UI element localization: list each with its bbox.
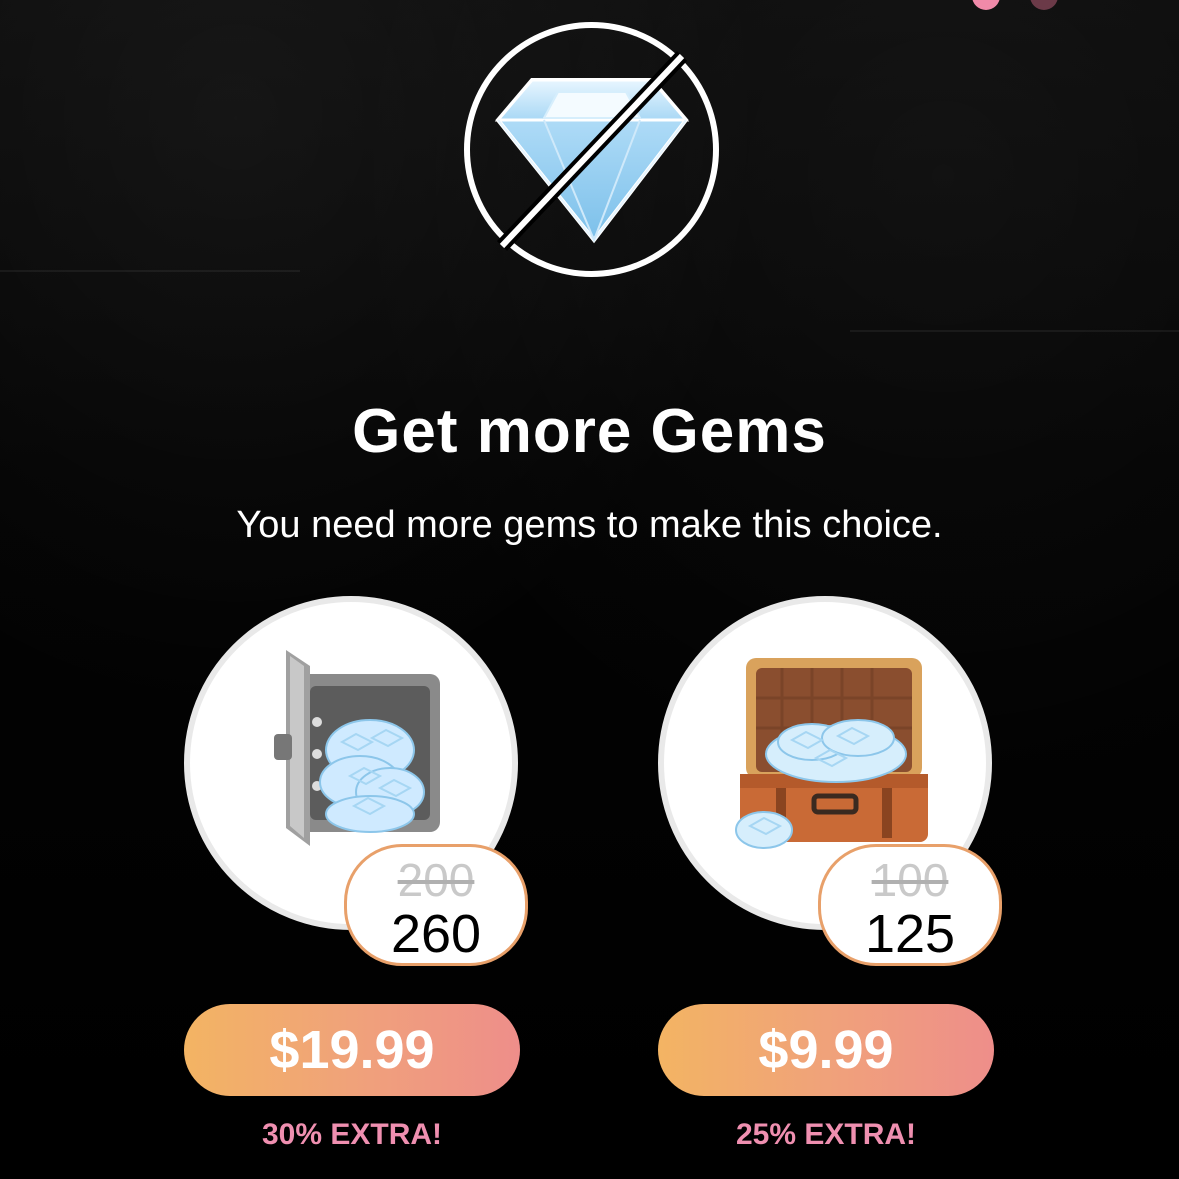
background-line bbox=[0, 270, 300, 272]
suitcase-with-gems-icon bbox=[735, 658, 928, 849]
no-gems-icon bbox=[464, 22, 719, 277]
buy-260-gems-button[interactable]: $19.99 bbox=[184, 1004, 520, 1096]
bonus-gem-amount: 125 bbox=[864, 904, 956, 964]
gem-amount-badge: 100 125 bbox=[818, 844, 1002, 966]
dialog-title: Get more Gems bbox=[352, 397, 827, 466]
buy-125-gems-button[interactable]: $9.99 bbox=[658, 1004, 994, 1096]
extra-percent-label: 30% EXTRA! bbox=[261, 1118, 443, 1151]
original-gem-amount: 200 bbox=[397, 854, 475, 906]
gem-amount-badge: 200 260 bbox=[344, 844, 528, 966]
bonus-gem-amount: 260 bbox=[390, 904, 482, 964]
dialog-subtitle: You need more gems to make this choice. bbox=[236, 504, 943, 546]
safe-with-gems-icon bbox=[274, 650, 440, 846]
extra-percent-label: 25% EXTRA! bbox=[735, 1118, 917, 1151]
original-gem-amount: 100 bbox=[871, 854, 949, 906]
background-line bbox=[850, 330, 1179, 332]
